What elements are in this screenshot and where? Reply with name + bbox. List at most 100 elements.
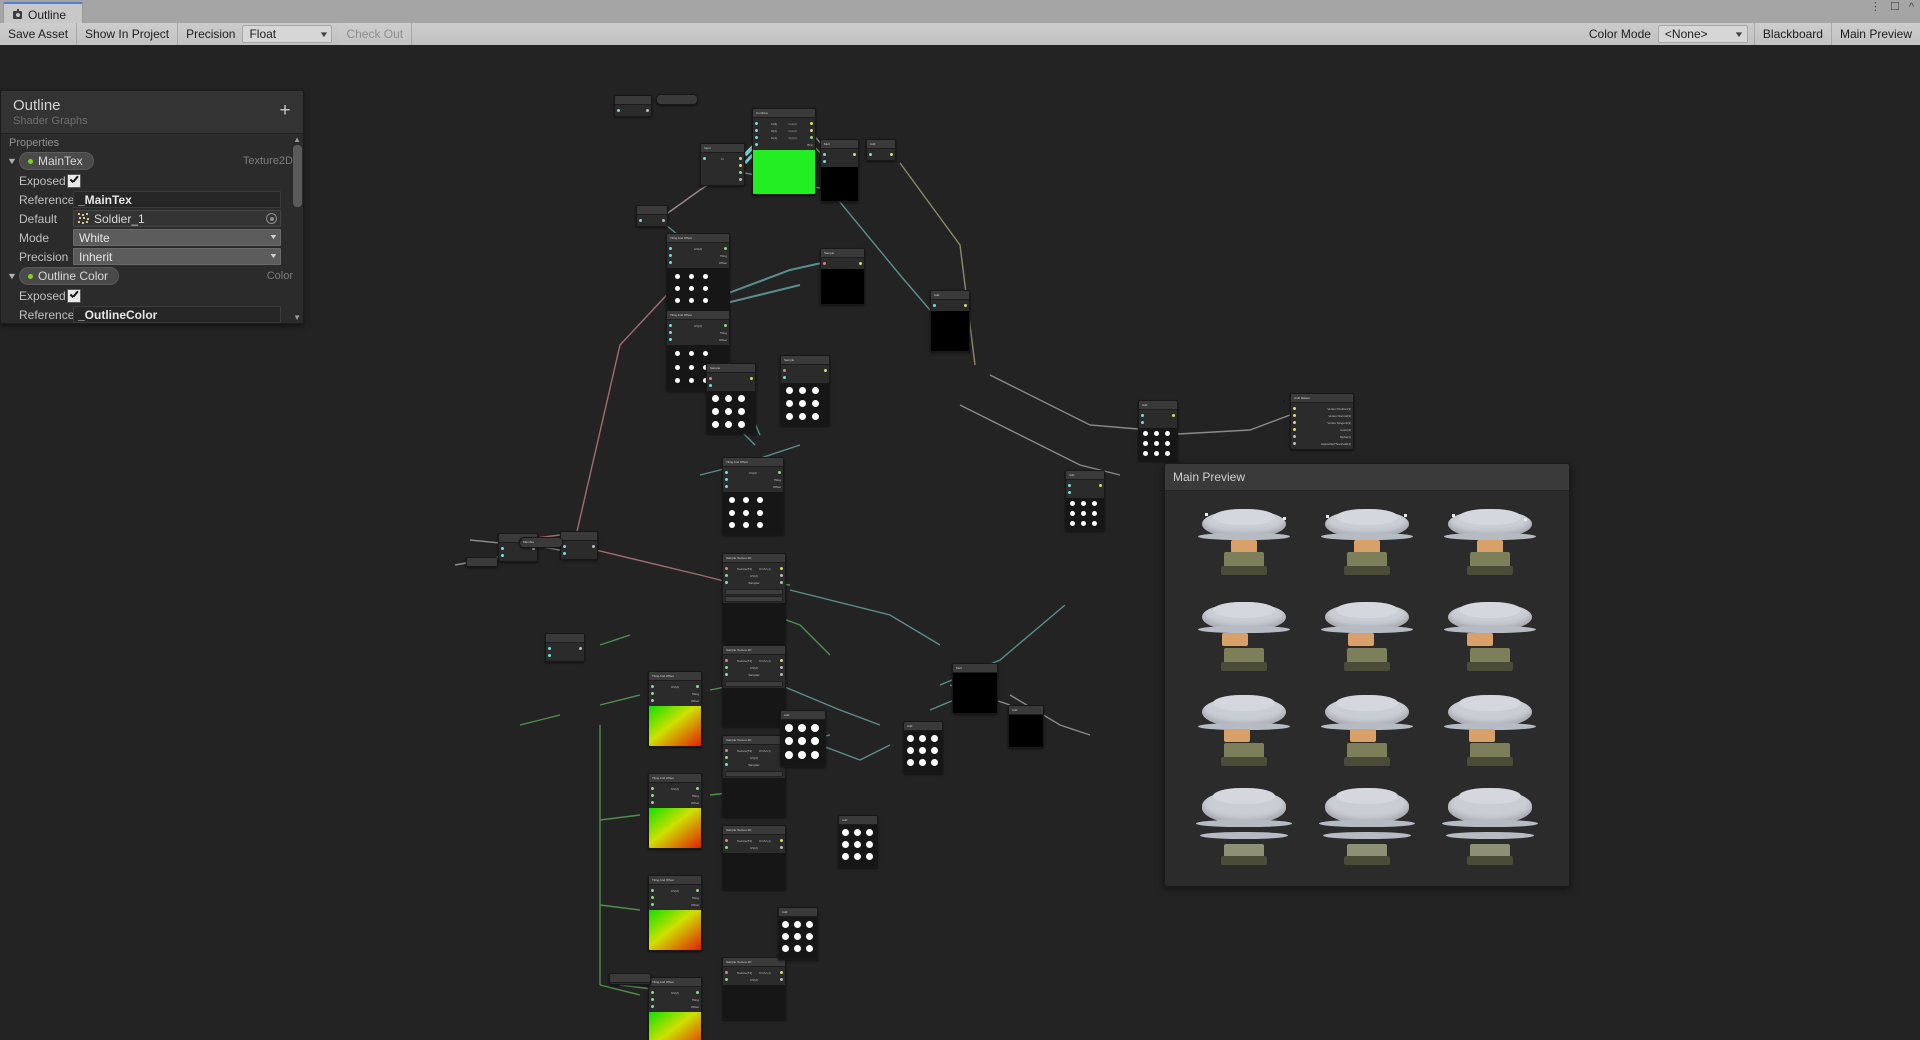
node-preview-black-5[interactable]: Add [1008,705,1044,748]
port-in[interactable] [563,545,566,548]
port-in[interactable] [651,896,654,899]
property-pill[interactable]: Outline Color [19,267,120,285]
precision-dropdown[interactable]: Float ▼ [242,25,333,43]
port-out[interactable] [592,545,595,548]
port-in[interactable] [669,261,672,264]
node-sample-texture-2[interactable]: Sample Texture 2D Texture(T2) RGBA(4) UV(… [722,645,786,727]
chevron-down-icon[interactable]: ▼ [4,271,21,281]
node-port-row[interactable] [1139,412,1177,419]
node-port-row[interactable] [821,260,864,267]
kebab-menu-icon[interactable]: ⋮ [1870,2,1881,13]
port-in[interactable] [725,971,728,974]
node-port-row[interactable]: UV(2) [723,976,785,983]
node-type-field[interactable] [725,771,783,777]
port-in[interactable] [725,749,728,752]
node-port-row[interactable] [931,302,969,309]
check-out-button[interactable]: Check Out [338,23,413,45]
node-property-maintex[interactable]: MainTex [519,537,563,548]
port-out[interactable] [579,647,582,650]
port-in[interactable] [669,247,672,250]
port-out[interactable] [779,581,783,584]
port-in[interactable] [651,794,654,797]
port-in[interactable] [651,699,654,702]
blackboard-panel[interactable]: Outline Shader Graphs + Properties ▼ Mai… [0,90,304,324]
node-port-row[interactable]: Tiling [649,690,701,697]
node-port-row[interactable]: Offset [649,697,701,704]
port-out[interactable] [739,171,742,174]
port-out[interactable] [696,889,699,892]
chevron-down-icon[interactable]: ▼ [4,156,21,166]
property-row-precision[interactable]: Precision Inherit ▼ [1,247,303,266]
port-in[interactable] [651,801,654,804]
node-port-row[interactable]: B(1) [753,141,815,148]
property-header-maintex[interactable]: ▼ MainTex Texture2D [1,151,303,171]
node-gradient-2[interactable]: Tiling And Offset UV(2) Tiling Offset [648,773,702,849]
port-out[interactable] [809,136,813,139]
node-port-row[interactable] [561,543,597,550]
main-preview-body[interactable] [1165,491,1569,886]
port-in[interactable] [783,369,786,372]
node-port-row[interactable] [561,550,597,557]
port-out[interactable] [780,666,783,669]
node-port-row[interactable]: UV(2) [649,989,701,996]
property-pill[interactable]: MainTex [19,152,94,170]
port-in[interactable] [725,659,728,662]
maximize-icon[interactable]: ☐ [1890,2,1900,13]
port-in[interactable] [823,262,826,265]
port-out[interactable] [1172,414,1175,417]
node-dots-e[interactable]: Add [838,815,878,868]
port-out[interactable] [859,262,862,265]
node-space-field[interactable] [725,596,783,602]
port-in[interactable] [548,647,551,650]
node-port-row[interactable]: UV(2) [667,245,729,252]
node-vector1-small-b[interactable] [636,205,668,227]
blackboard-scroll-thumb[interactable] [293,145,302,207]
node-port-row[interactable] [707,375,755,382]
port-in[interactable] [669,254,672,257]
node-port-row[interactable]: Vertex Tangent(3) [1291,419,1353,426]
node-port-row[interactable]: Sampler [723,671,785,678]
node-port-row[interactable]: Offset [667,259,729,266]
port-out[interactable] [809,129,813,132]
node-gradient-4[interactable]: Tiling And Offset UV(2) Tiling Offset [648,977,702,1040]
show-in-project-button[interactable]: Show In Project [77,23,179,45]
port-in[interactable] [709,384,712,387]
save-asset-button[interactable]: Save Asset [0,23,78,45]
port-in[interactable] [725,471,728,474]
reference-input[interactable]: _MainTex [73,191,281,208]
node-add-b[interactable]: Add [930,290,970,352]
graph-canvas[interactable]: Combine In(4) Out(4) R(1) Out(3) G(1) Out(2… [0,45,1920,1040]
port-out[interactable] [724,324,727,327]
property-row-exposed[interactable]: Exposed [1,171,303,190]
property-row-default[interactable]: Default Soldier_1 [1,209,303,228]
port-in[interactable] [651,1005,654,1008]
port-out[interactable] [696,787,699,790]
port-out[interactable] [778,471,781,474]
scroll-down-icon[interactable]: ▼ [293,313,301,322]
default-object-field[interactable]: Soldier_1 [73,210,281,227]
node-sample-texture-5[interactable]: Sample Texture 2D Texture(T2) RGBA(4) UV(… [722,957,786,1020]
port-out[interactable] [780,574,783,577]
port-in[interactable] [725,478,728,481]
node-group-a[interactable]: Tiling And Offset UV(2) Tiling Offset [666,233,730,311]
port-in[interactable] [669,324,672,327]
node-master-unlit[interactable]: Unlit Master Vertex Position(3) Vertex N… [1290,393,1354,450]
node-port-row[interactable]: Texture(T2) RGBA(4) [723,969,785,976]
node-vector1-a[interactable]: Combine In(4) Out(4) R(1) Out(3) G(1) Out(2… [752,108,816,195]
port-in[interactable] [1293,414,1296,417]
port-in[interactable] [755,136,758,139]
port-out[interactable] [739,164,742,167]
blackboard-toggle-button[interactable]: Blackboard [1753,23,1831,45]
node-dots-a[interactable]: Sample [706,363,756,434]
port-out[interactable] [646,109,649,112]
node-preview-black-4[interactable]: Mult [952,663,998,714]
port-out[interactable] [662,219,665,222]
node-input-a[interactable]: Input In [700,143,745,186]
port-in[interactable] [869,153,872,156]
port-in[interactable] [651,903,654,906]
node-port-row[interactable]: R(1) Out(3) [753,127,815,134]
port-in[interactable] [933,304,936,307]
node-port-row[interactable]: Texture(T2) RGBA(4) [723,657,785,664]
port-in[interactable] [501,554,504,557]
port-in[interactable] [1068,491,1071,494]
